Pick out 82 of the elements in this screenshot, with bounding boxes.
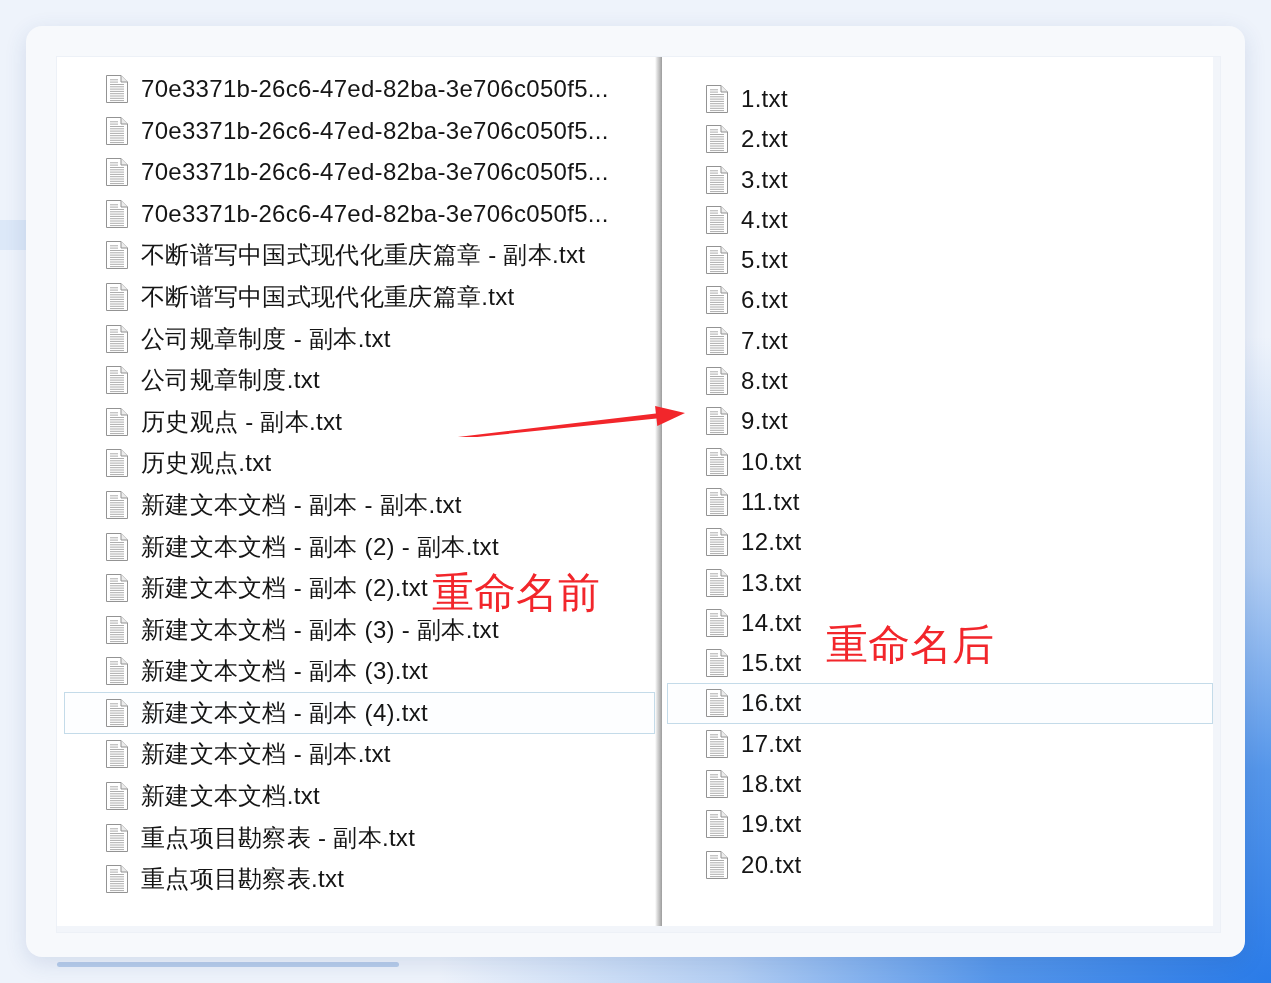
text-file-icon xyxy=(706,367,728,395)
text-file-icon xyxy=(706,447,728,476)
file-item[interactable]: 4.txt xyxy=(705,199,789,240)
file-item[interactable]: 70e3371b-26c6-47ed-82ba-3e706c050f5... xyxy=(105,192,610,235)
file-item[interactable]: 19.txt xyxy=(705,804,803,845)
text-file-icon xyxy=(706,286,728,315)
text-file-icon xyxy=(706,165,728,194)
file-item[interactable]: 3.txt xyxy=(705,159,789,200)
file-item[interactable]: 1.txt xyxy=(705,78,789,120)
file-item[interactable]: 70e3371b-26c6-47ed-82ba-3e706c050f5... xyxy=(105,109,610,152)
file-item[interactable]: 10.txt xyxy=(705,441,803,482)
file-item[interactable]: 历史观点.txt xyxy=(105,442,273,485)
file-item[interactable]: 11.txt xyxy=(705,481,801,523)
text-file-icon xyxy=(106,782,128,811)
text-file-icon xyxy=(706,649,728,678)
file-item[interactable]: 重点项目勘察表.txt xyxy=(105,858,346,901)
text-file-icon xyxy=(106,449,128,478)
file-item[interactable]: 公司规章制度 - 副本.txt xyxy=(105,317,392,360)
text-file-icon xyxy=(106,865,128,894)
file-item[interactable]: 公司规章制度.txt xyxy=(105,359,321,401)
highlight-strip xyxy=(0,220,26,250)
file-item[interactable]: 不断谱写中国式现代化重庆篇章.txt xyxy=(105,276,516,318)
annotation-label: 重命名前 xyxy=(432,572,600,614)
text-file-icon xyxy=(706,326,728,355)
file-item[interactable]: 14.txt xyxy=(705,602,803,643)
text-file-icon xyxy=(706,850,728,879)
text-file-icon xyxy=(706,205,728,234)
text-file-icon xyxy=(106,698,128,727)
file-item[interactable]: 历史观点 - 副本.txt xyxy=(105,400,344,443)
text-file-icon xyxy=(706,608,728,637)
text-file-icon xyxy=(706,568,728,597)
file-item[interactable]: 9.txt xyxy=(705,401,789,442)
file-item[interactable]: 6.txt xyxy=(705,280,789,321)
text-file-icon xyxy=(106,407,128,436)
text-file-icon xyxy=(106,532,128,561)
text-file-icon xyxy=(106,282,128,311)
file-item[interactable]: 12.txt xyxy=(705,522,803,563)
text-file-icon xyxy=(106,615,128,644)
file-item[interactable]: 7.txt xyxy=(705,320,789,361)
text-file-icon xyxy=(106,158,128,187)
text-file-icon xyxy=(106,241,128,270)
text-file-icon xyxy=(106,116,128,145)
file-item[interactable]: 15.txt xyxy=(705,642,803,684)
text-file-icon xyxy=(706,407,728,436)
file-item[interactable]: 新建文本文档 - 副本 - 副本.txt xyxy=(105,484,463,526)
text-file-icon xyxy=(706,810,728,839)
text-file-icon xyxy=(106,75,128,103)
text-file-icon xyxy=(706,770,728,798)
file-item[interactable]: 16.txt xyxy=(667,683,1213,724)
file-item[interactable]: 2.txt xyxy=(705,119,789,160)
text-file-icon xyxy=(106,324,128,353)
text-file-icon xyxy=(106,657,128,686)
text-file-icon xyxy=(106,199,128,228)
text-file-icon xyxy=(106,366,128,395)
text-file-icon xyxy=(706,689,728,718)
file-item[interactable]: 不断谱写中国式现代化重庆篇章 - 副本.txt xyxy=(105,234,587,277)
text-file-icon xyxy=(706,528,728,557)
file-item[interactable]: 新建文本文档 - 副本 (3).txt xyxy=(105,650,430,693)
file-item[interactable]: 70e3371b-26c6-47ed-82ba-3e706c050f5... xyxy=(105,68,610,110)
file-item[interactable]: 13.txt xyxy=(705,562,803,603)
text-file-icon xyxy=(106,823,128,852)
file-item[interactable]: 20.txt xyxy=(705,844,803,885)
file-item[interactable]: 新建文本文档 - 副本 (2).txt xyxy=(105,567,430,609)
annotation-label: 重命名后 xyxy=(826,624,994,666)
text-file-icon xyxy=(706,729,728,758)
file-item[interactable]: 新建文本文档 - 副本 (2) - 副本.txt xyxy=(105,525,500,568)
file-item[interactable]: 17.txt xyxy=(705,723,803,764)
file-item[interactable]: 8.txt xyxy=(705,360,789,402)
file-item[interactable]: 新建文本文档 - 副本 (4).txt xyxy=(64,692,655,734)
text-file-icon xyxy=(706,246,728,275)
text-file-icon xyxy=(106,574,128,603)
text-file-icon xyxy=(706,125,728,154)
text-file-icon xyxy=(706,84,728,113)
text-file-icon xyxy=(106,490,128,519)
file-item[interactable]: 18.txt xyxy=(705,763,803,805)
text-file-icon xyxy=(106,740,128,769)
text-file-icon xyxy=(706,487,728,516)
file-item[interactable]: 70e3371b-26c6-47ed-82ba-3e706c050f5... xyxy=(105,151,610,193)
file-item[interactable]: 重点项目勘察表 - 副本.txt xyxy=(105,816,417,859)
file-item[interactable]: 5.txt xyxy=(705,240,789,281)
file-item[interactable]: 新建文本文档.txt xyxy=(105,775,321,817)
file-item[interactable]: 新建文本文档 - 副本.txt xyxy=(105,733,392,776)
